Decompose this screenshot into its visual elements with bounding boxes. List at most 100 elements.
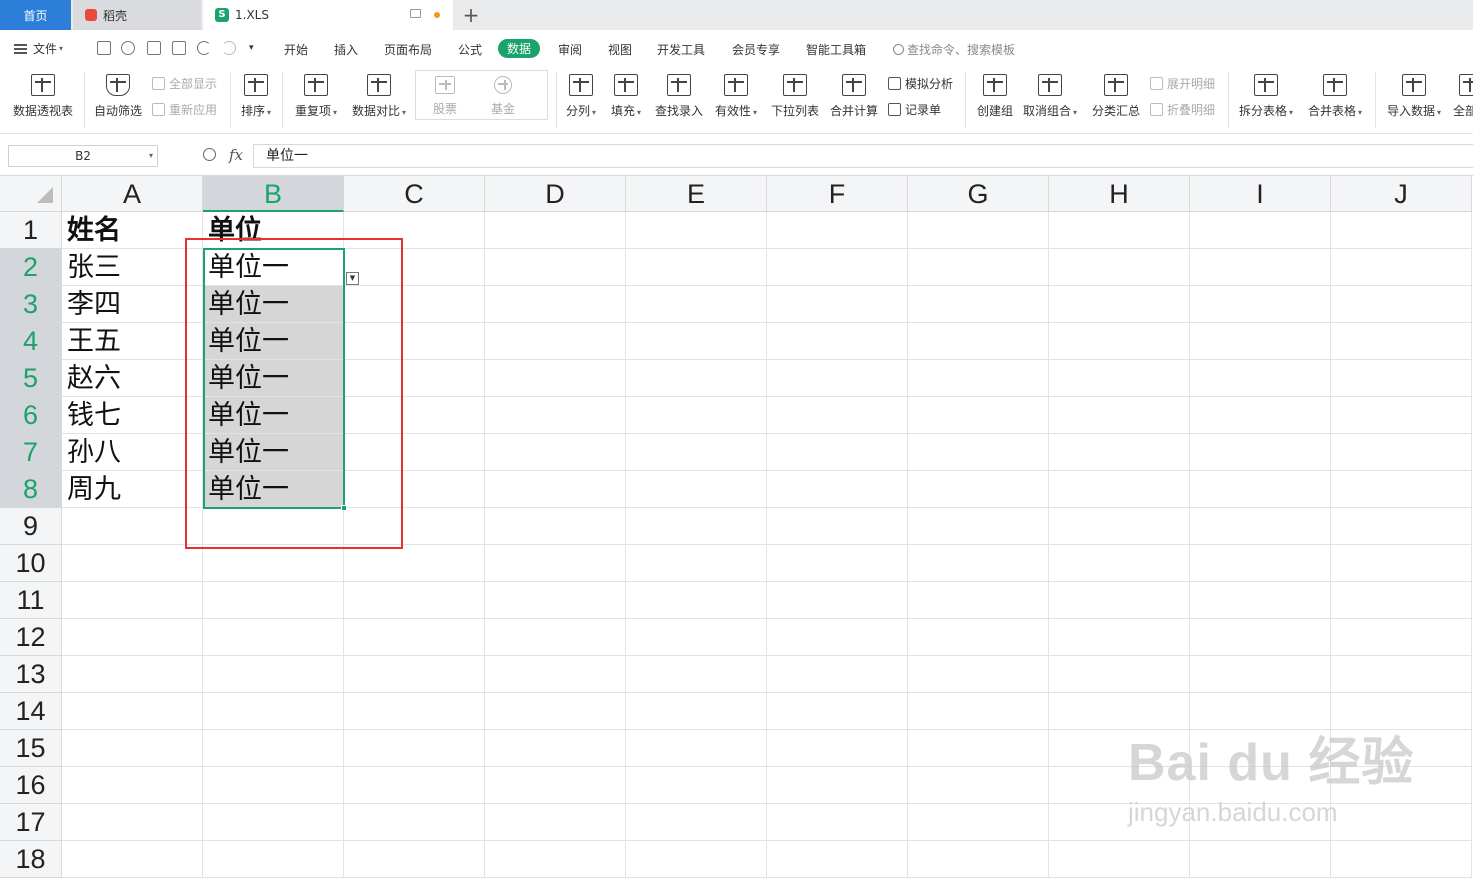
cell-j5[interactable] — [1331, 360, 1472, 397]
row-header-13[interactable]: 13 — [0, 656, 62, 693]
cell-b4[interactable]: 单位一 — [203, 323, 344, 360]
cell-c2[interactable] — [344, 249, 485, 286]
validity-button[interactable]: 有效性 ▾ — [713, 74, 759, 119]
cell-f6[interactable] — [767, 397, 908, 434]
simulate-analysis-button[interactable]: 模拟分析 — [888, 75, 953, 92]
cell-g12[interactable] — [908, 619, 1049, 656]
cell-e14[interactable] — [626, 693, 767, 730]
menu-smart-toolbox[interactable]: 智能工具箱 — [806, 41, 866, 58]
cell-b7[interactable]: 单位一 — [203, 434, 344, 471]
row-header-3[interactable]: 3 — [0, 286, 62, 323]
cell-i7[interactable] — [1190, 434, 1331, 471]
cell-g11[interactable] — [908, 582, 1049, 619]
cell-j11[interactable] — [1331, 582, 1472, 619]
cell-f18[interactable] — [767, 841, 908, 878]
cell-f8[interactable] — [767, 471, 908, 508]
cell-d7[interactable] — [485, 434, 626, 471]
menu-formula[interactable]: 公式 — [458, 41, 482, 58]
cell-f14[interactable] — [767, 693, 908, 730]
cell-j13[interactable] — [1331, 656, 1472, 693]
show-all-button[interactable]: 全部显示 — [152, 75, 217, 92]
cell-i5[interactable] — [1190, 360, 1331, 397]
cell-b14[interactable] — [203, 693, 344, 730]
cell-f10[interactable] — [767, 545, 908, 582]
cell-a6[interactable]: 钱七 — [62, 397, 203, 434]
cell-a7[interactable]: 孙八 — [62, 434, 203, 471]
cell-j8[interactable] — [1331, 471, 1472, 508]
cell-h4[interactable] — [1049, 323, 1190, 360]
formula-input[interactable]: 单位一 — [253, 144, 1473, 168]
zoom-search-icon[interactable] — [203, 148, 216, 161]
cell-a17[interactable] — [62, 804, 203, 841]
cell-i18[interactable] — [1190, 841, 1331, 878]
cell-i9[interactable] — [1190, 508, 1331, 545]
cell-a3[interactable]: 李四 — [62, 286, 203, 323]
split-table-button[interactable]: 拆分表格 ▾ — [1237, 74, 1295, 119]
cell-b13[interactable] — [203, 656, 344, 693]
row-header-12[interactable]: 12 — [0, 619, 62, 656]
cell-d6[interactable] — [485, 397, 626, 434]
row-header-4[interactable]: 4 — [0, 323, 62, 360]
row-header-1[interactable]: 1 — [0, 212, 62, 249]
cell-f15[interactable] — [767, 730, 908, 767]
cell-e9[interactable] — [626, 508, 767, 545]
row-header-11[interactable]: 11 — [0, 582, 62, 619]
cell-c13[interactable] — [344, 656, 485, 693]
cell-f9[interactable] — [767, 508, 908, 545]
cell-f17[interactable] — [767, 804, 908, 841]
cell-b11[interactable] — [203, 582, 344, 619]
cell-d1[interactable] — [485, 212, 626, 249]
cell-a1[interactable]: 姓名 — [62, 212, 203, 249]
cell-g16[interactable] — [908, 767, 1049, 804]
cell-c16[interactable] — [344, 767, 485, 804]
cell-e8[interactable] — [626, 471, 767, 508]
cell-j3[interactable] — [1331, 286, 1472, 323]
pivot-table-button[interactable]: 数据透视表 — [12, 74, 74, 119]
cell-c18[interactable] — [344, 841, 485, 878]
cell-c4[interactable] — [344, 323, 485, 360]
undo-icon[interactable] — [197, 41, 211, 55]
file-menu-button[interactable]: 文件 ▾ — [14, 40, 63, 57]
command-search[interactable]: 查找命令、搜索模板 — [893, 41, 1015, 58]
row-header-2[interactable]: 2 — [0, 249, 62, 286]
cell-a14[interactable] — [62, 693, 203, 730]
fx-icon[interactable]: fx — [229, 146, 243, 164]
cell-h1[interactable] — [1049, 212, 1190, 249]
cell-d11[interactable] — [485, 582, 626, 619]
cell-f16[interactable] — [767, 767, 908, 804]
dropdown-list-button[interactable]: 下拉列表 — [770, 74, 820, 119]
cell-f5[interactable] — [767, 360, 908, 397]
cell-a9[interactable] — [62, 508, 203, 545]
new-tab-button[interactable]: + — [461, 0, 481, 30]
sort-button[interactable]: 排序 ▾ — [238, 74, 274, 119]
cell-f11[interactable] — [767, 582, 908, 619]
cell-e16[interactable] — [626, 767, 767, 804]
cell-e15[interactable] — [626, 730, 767, 767]
cell-e4[interactable] — [626, 323, 767, 360]
cell-c10[interactable] — [344, 545, 485, 582]
cell-i1[interactable] — [1190, 212, 1331, 249]
cell-h18[interactable] — [1049, 841, 1190, 878]
cell-a16[interactable] — [62, 767, 203, 804]
menu-start[interactable]: 开始 — [284, 41, 308, 58]
cell-h6[interactable] — [1049, 397, 1190, 434]
cell-e1[interactable] — [626, 212, 767, 249]
cell-d12[interactable] — [485, 619, 626, 656]
select-all-corner[interactable] — [0, 176, 62, 212]
cell-h2[interactable] — [1049, 249, 1190, 286]
share-icon[interactable] — [121, 41, 135, 55]
cell-i6[interactable] — [1190, 397, 1331, 434]
menu-view[interactable]: 视图 — [608, 41, 632, 58]
cell-c15[interactable] — [344, 730, 485, 767]
cell-g18[interactable] — [908, 841, 1049, 878]
record-form-button[interactable]: 记录单 — [888, 101, 941, 118]
split-column-button[interactable]: 分列 ▾ — [563, 74, 599, 119]
cell-g17[interactable] — [908, 804, 1049, 841]
cell-b16[interactable] — [203, 767, 344, 804]
cell-e17[interactable] — [626, 804, 767, 841]
cell-h8[interactable] — [1049, 471, 1190, 508]
cell-f12[interactable] — [767, 619, 908, 656]
cell-d5[interactable] — [485, 360, 626, 397]
cell-j1[interactable] — [1331, 212, 1472, 249]
cell-e7[interactable] — [626, 434, 767, 471]
